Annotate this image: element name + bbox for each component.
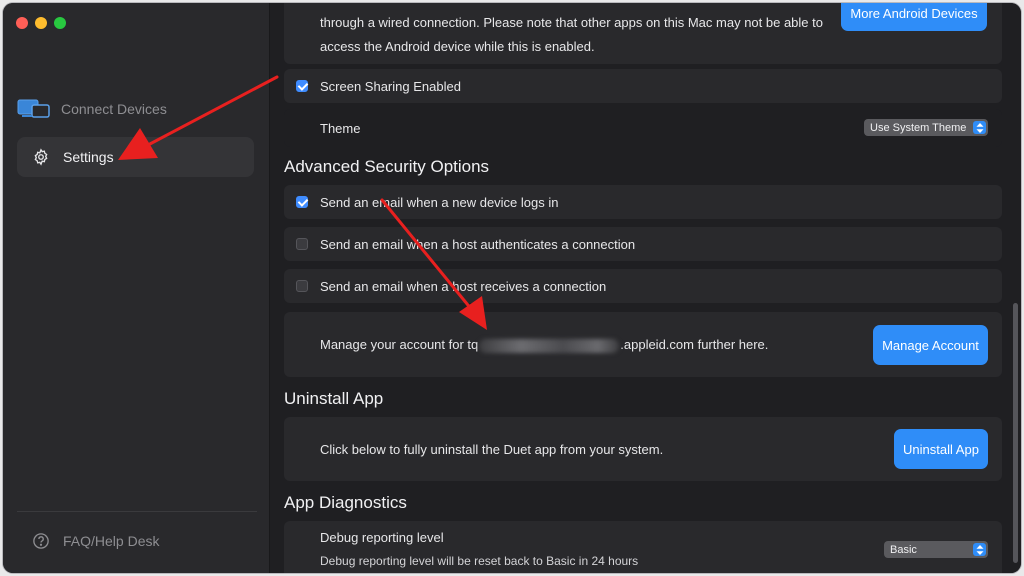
sidebar-item-label: Connect Devices	[61, 101, 167, 117]
app-window: Connect Devices Settings FAQ/Help Desk t…	[3, 3, 1021, 573]
theme-label: Theme	[320, 121, 361, 136]
debug-level-select[interactable]: Basic	[884, 541, 988, 558]
sidebar-divider	[17, 511, 257, 512]
screen-sharing-row: Screen Sharing Enabled	[284, 69, 1002, 103]
help-circle-icon	[31, 531, 51, 551]
security-option-label: Send an email when a host authenticates …	[320, 237, 636, 252]
window-controls	[16, 17, 66, 29]
uninstall-card: Click below to fully uninstall the Duet …	[284, 417, 1002, 481]
debug-level-note: Debug reporting level will be reset back…	[320, 554, 639, 568]
sidebar: Connect Devices Settings FAQ/Help Desk	[3, 3, 270, 573]
uninstall-app-button[interactable]: Uninstall App	[894, 429, 988, 469]
security-option-row: Send an email when a host authenticates …	[284, 227, 1002, 261]
screen-sharing-label: Screen Sharing Enabled	[320, 79, 461, 94]
close-window-button[interactable]	[16, 17, 28, 29]
theme-select-value: Use System Theme	[870, 121, 967, 134]
manage-account-card: Manage your account for tq .appleid.com f…	[284, 312, 1002, 377]
sidebar-item-faq[interactable]: FAQ/Help Desk	[31, 531, 159, 551]
chevron-up-down-icon	[973, 121, 986, 134]
sidebar-item-label: FAQ/Help Desk	[63, 533, 160, 549]
minimize-window-button[interactable]	[35, 17, 47, 29]
security-option-checkbox[interactable]	[296, 238, 308, 250]
security-option-checkbox[interactable]	[296, 196, 308, 208]
manage-account-text: Manage your account for tq .appleid.com f…	[320, 337, 768, 353]
sidebar-item-settings[interactable]: Settings	[17, 137, 254, 177]
more-android-devices-button[interactable]: More Android Devices	[841, 3, 987, 31]
wired-description-line1: through a wired connection. Please note …	[320, 15, 823, 30]
security-heading: Advanced Security Options	[284, 157, 490, 176]
uninstall-text: Click below to fully uninstall the Duet …	[320, 442, 664, 457]
sidebar-item-label: Settings	[63, 149, 114, 165]
screen-sharing-checkbox[interactable]	[296, 80, 308, 92]
scrollbar[interactable]	[1013, 303, 1018, 563]
account-text-prefix: Manage your account for tq	[320, 337, 479, 352]
theme-row: Theme Use System Theme	[284, 109, 1002, 147]
wired-connection-card: through a wired connection. Please note …	[284, 3, 1002, 64]
debug-level-label: Debug reporting level	[320, 530, 444, 545]
manage-account-button[interactable]: Manage Account	[873, 325, 988, 365]
wired-description-line2: access the Android device while this is …	[320, 39, 595, 54]
gear-icon	[31, 147, 51, 167]
chevron-up-down-icon	[973, 543, 986, 556]
debug-level-card: Debug reporting level Debug reporting le…	[284, 521, 1002, 573]
theme-select[interactable]: Use System Theme	[864, 119, 988, 136]
diagnostics-heading: App Diagnostics	[284, 493, 407, 512]
debug-level-value: Basic	[890, 543, 917, 556]
settings-content: through a wired connection. Please note …	[271, 3, 1021, 573]
security-option-checkbox[interactable]	[296, 280, 308, 292]
security-option-row: Send an email when a new device logs in	[284, 185, 1002, 219]
devices-icon	[17, 99, 51, 119]
uninstall-heading: Uninstall App	[284, 389, 384, 408]
sidebar-item-connect-devices[interactable]: Connect Devices	[17, 89, 254, 129]
account-text-suffix: .appleid.com further here.	[620, 337, 769, 352]
security-option-label: Send an email when a new device logs in	[320, 195, 559, 210]
security-option-label: Send an email when a host receives a con…	[320, 279, 607, 294]
security-option-row: Send an email when a host receives a con…	[284, 269, 1002, 303]
redacted-email	[479, 338, 620, 353]
zoom-window-button[interactable]	[54, 17, 66, 29]
